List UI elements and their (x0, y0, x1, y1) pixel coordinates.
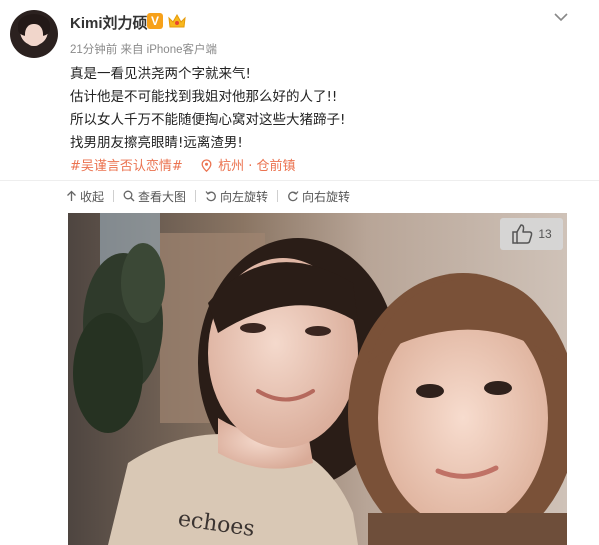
rotate-left-button[interactable]: 向左旋转 (205, 188, 268, 205)
post-photo[interactable]: echoes (68, 213, 567, 545)
collapse-label: 收起 (80, 189, 105, 204)
photo-like-button[interactable]: 13 (500, 218, 563, 250)
rotate-right-icon (288, 191, 299, 202)
selfie-image: echoes (68, 213, 567, 545)
content-line: 所以女人千万不能随便掏心窝对这些大猪蹄子! (70, 112, 346, 128)
avatar-face (25, 24, 43, 46)
post-meta: 21分钟前 来自 iPhone客户端 (70, 44, 217, 56)
content-line: 找男朋友擦亮眼睛!远离渣男! (70, 135, 243, 151)
toolbar-separator (195, 190, 197, 202)
arrow-up-icon (67, 190, 76, 201)
hashtag-link[interactable]: #吴谨言否认恋情# (70, 159, 183, 174)
rotate-right-button[interactable]: 向右旋转 (287, 188, 350, 205)
chevron-down-icon[interactable] (552, 10, 570, 24)
location-pin-icon (201, 159, 212, 172)
search-icon (123, 190, 135, 202)
tag-line: #吴谨言否认恋情# 杭州 · 仓前镇 (70, 155, 295, 174)
weibo-post: Kimi刘力硕 V 21分钟前 来自 iPhone客户端 真是一看见洪尧两个字就… (0, 0, 599, 180)
content-line: 估计他是不可能找到我姐对他那么好的人了!! (70, 89, 338, 105)
post-content: 真是一看见洪尧两个字就来气! 估计他是不可能找到我姐对他那么好的人了!! 所以女… (70, 63, 580, 155)
thumbs-up-icon (512, 224, 533, 244)
divider (0, 180, 599, 181)
verified-icon: V (147, 13, 163, 29)
toolbar-separator (277, 190, 279, 202)
rotate-right-label: 向右旋转 (302, 189, 351, 204)
like-count: 13 (538, 227, 552, 241)
rotate-left-label: 向左旋转 (220, 189, 269, 204)
location-link[interactable]: 杭州 · 仓前镇 (218, 159, 295, 174)
collapse-button[interactable]: 收起 (66, 188, 104, 205)
crown-icon (168, 13, 186, 28)
photo-toolbar: 收起 查看大图 向左旋转 向右旋转 (66, 186, 350, 206)
toolbar-separator (113, 190, 115, 202)
avatar[interactable] (10, 10, 58, 58)
view-large-label: 查看大图 (138, 189, 187, 204)
username[interactable]: Kimi刘力硕 (70, 12, 148, 33)
content-line: 真是一看见洪尧两个字就来气! (70, 66, 251, 82)
rotate-left-icon (205, 191, 216, 202)
view-large-button[interactable]: 查看大图 (123, 188, 186, 205)
